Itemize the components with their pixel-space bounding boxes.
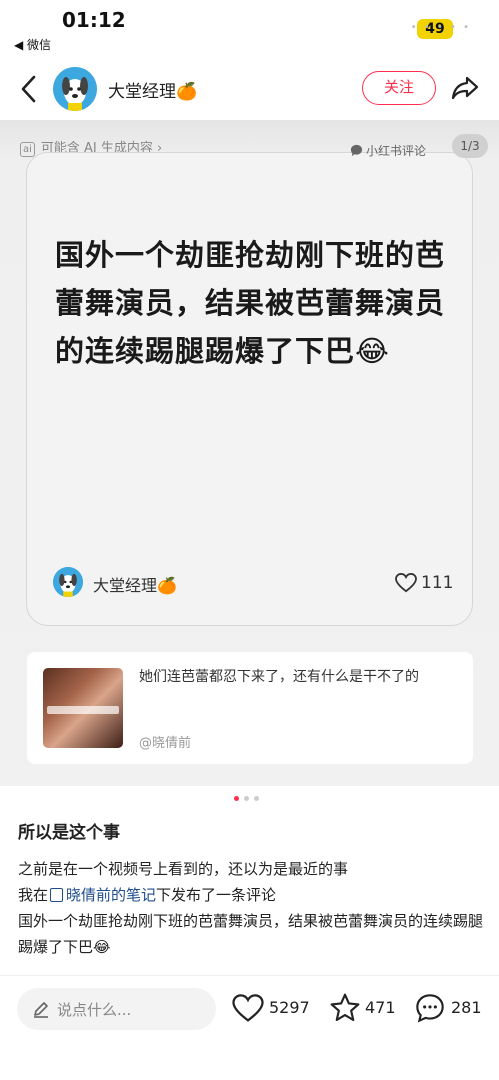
- status-bar: 01:12 ◀ 微信 49 • • • • •: [0, 0, 499, 58]
- back-to-wechat-link[interactable]: ◀ 微信: [14, 36, 51, 53]
- carousel-dot: [254, 796, 259, 801]
- comment-count: 281: [451, 998, 482, 1017]
- page-indicator: 1/3: [452, 134, 488, 158]
- post-line-text: 下发布了一条评论: [156, 886, 277, 904]
- carousel-dot-active: [234, 796, 239, 801]
- back-button[interactable]: [16, 72, 44, 106]
- bottom-action-bar: 说点什么... 5297 471 281: [0, 975, 499, 1080]
- dog-avatar-icon: [53, 567, 83, 597]
- carousel-dots: [232, 796, 268, 802]
- pencil-icon: [34, 1002, 48, 1018]
- post-body: 之前是在一个视频号上看到的，还以为是最近的事 我在 晓倩前的笔记下发布了一条评论 …: [18, 856, 484, 960]
- signal-dots: • • • • •: [410, 22, 471, 33]
- like-count: 5297: [269, 998, 310, 1017]
- share-arrow-icon: [451, 76, 479, 100]
- comment-bubble-icon: [350, 144, 363, 157]
- note-icon: [50, 888, 64, 902]
- embedded-comment-card[interactable]: 她们连芭蕾都忍下来了，还有什么是干不了的 @晓倩前: [27, 652, 473, 764]
- status-time: 01:12: [62, 8, 126, 32]
- follow-button[interactable]: 关注: [362, 71, 436, 105]
- card-author-name: 大堂经理🍊: [93, 576, 177, 595]
- comment-placeholder: 说点什么...: [57, 1001, 132, 1019]
- dog-avatar-icon: [53, 67, 97, 111]
- post-line: 之前是在一个视频号上看到的，还以为是最近的事: [18, 860, 349, 878]
- carousel-dot: [244, 796, 249, 801]
- post-line: 国外一个劫匪抢劫刚下班的芭蕾舞演员，结果被芭蕾舞演员的连续踢腿踢爆了下巴😂: [18, 912, 484, 956]
- source-label: 小红书评论: [366, 144, 427, 158]
- quote-text: 国外一个劫匪抢劫刚下班的芭蕾舞演员，结果被芭蕾舞演员的连续踢腿踢爆了下巴😂: [55, 238, 446, 368]
- star-icon: [330, 993, 360, 1022]
- like-button[interactable]: 5297: [232, 992, 312, 1026]
- comment-input[interactable]: 说点什么...: [17, 988, 216, 1030]
- xhs-comment-source: 小红书评论: [350, 142, 426, 159]
- post-line-text: 我在: [18, 886, 49, 904]
- author-name[interactable]: 大堂经理🍊: [108, 77, 197, 102]
- ai-badge-icon: ai: [20, 142, 35, 157]
- comment-username: @晓倩前: [139, 736, 192, 751]
- post-line: 我在 晓倩前的笔记下发布了一条评论: [18, 882, 484, 908]
- note-link[interactable]: 晓倩前的笔记: [66, 886, 156, 904]
- heart-icon: [395, 573, 417, 593]
- image-carousel[interactable]: ai 可能含 AI 生成内容 › 国外一个劫匪抢劫刚下班的芭蕾舞演员，结果被芭蕾舞…: [0, 120, 499, 786]
- comment-text: 她们连芭蕾都忍下来了，还有什么是干不了的: [139, 669, 419, 685]
- card-like-count: 111: [421, 573, 454, 593]
- card-avatar: [53, 567, 83, 597]
- post-title: 所以是这个事: [18, 823, 120, 843]
- top-nav: 大堂经理🍊 关注: [0, 58, 499, 120]
- avatar[interactable]: [53, 67, 97, 111]
- heart-icon: [232, 994, 264, 1022]
- comment-button[interactable]: 281: [414, 992, 484, 1026]
- collect-count: 471: [365, 998, 396, 1017]
- share-button[interactable]: [450, 74, 480, 102]
- quote-card: 国外一个劫匪抢劫刚下班的芭蕾舞演员，结果被芭蕾舞演员的连续踢腿踢爆了下巴😂 大堂…: [26, 152, 473, 626]
- thumbnail-caption-strip: [47, 706, 119, 714]
- chevron-left-icon: [21, 75, 36, 103]
- comment-thumbnail: [43, 668, 123, 748]
- collect-button[interactable]: 471: [329, 992, 399, 1026]
- comment-bubble-icon: [416, 994, 444, 1023]
